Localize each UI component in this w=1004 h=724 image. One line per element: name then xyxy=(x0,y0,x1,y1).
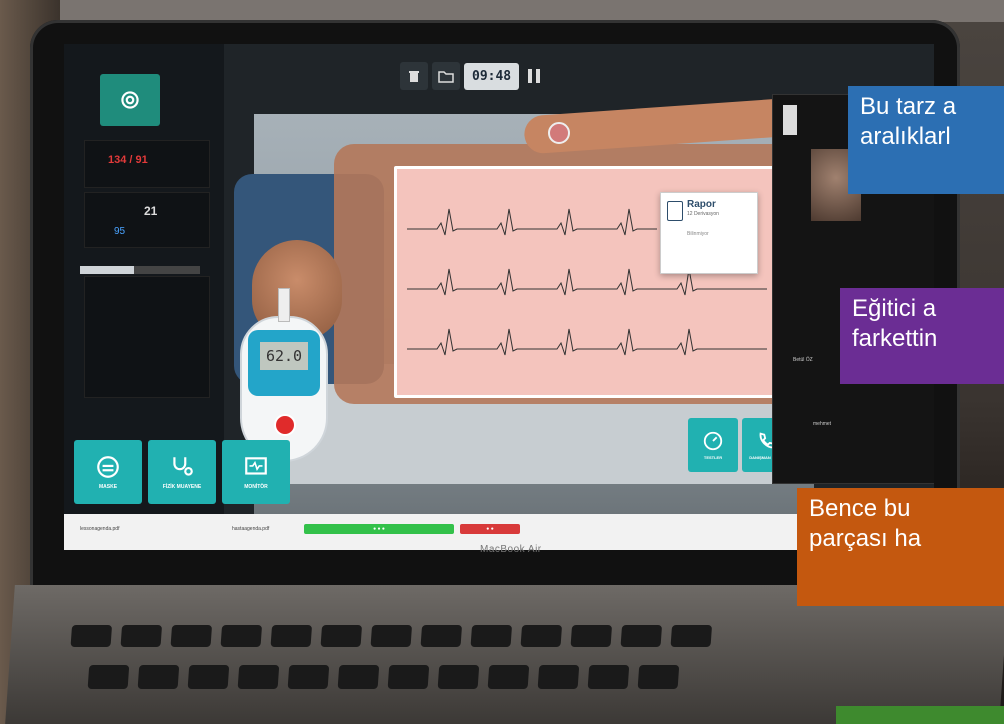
monitor-label: MONİTÖR xyxy=(244,484,268,490)
tests-label: TESTLER xyxy=(703,455,723,460)
pause-icon xyxy=(528,69,541,83)
key xyxy=(437,665,480,689)
mask-label: MASKE xyxy=(98,484,118,490)
callout-orange: Bence bu parçası ha xyxy=(797,488,1004,606)
key xyxy=(137,665,180,689)
key xyxy=(420,625,463,647)
ecg-lead-1 xyxy=(407,208,657,236)
laptop-brand-label: MacBook Air xyxy=(480,544,542,555)
heart-rate-value: 21 xyxy=(144,204,158,218)
interaction-target[interactable] xyxy=(548,122,570,144)
key xyxy=(287,665,330,689)
gauge-icon xyxy=(703,431,723,451)
key xyxy=(170,625,213,647)
physical-exam-label: FİZİK MUAYENE xyxy=(162,484,202,490)
download-item-1[interactable]: lessonagenda.pdf xyxy=(80,526,119,532)
pause-button[interactable] xyxy=(523,62,545,90)
stop-share-button[interactable]: ● ● xyxy=(460,524,520,534)
key xyxy=(237,665,280,689)
download-item-2[interactable]: hastaagenda.pdf xyxy=(232,526,269,532)
monitor-button[interactable]: MONİTÖR xyxy=(222,440,290,504)
share-status-green[interactable]: ● ● ● xyxy=(304,524,454,534)
folder-icon xyxy=(438,71,454,83)
glucometer-button[interactable] xyxy=(274,414,296,436)
key xyxy=(487,665,530,689)
report-title: Rapor xyxy=(687,199,716,210)
ecg-lead-3 xyxy=(407,328,767,356)
key xyxy=(120,625,163,647)
hr-box xyxy=(84,192,210,248)
trash-icon xyxy=(409,71,419,82)
report-body: Bilinmiyor xyxy=(687,231,709,237)
mask-button[interactable]: MASKE xyxy=(74,440,142,504)
open-folder-button[interactable] xyxy=(432,62,460,90)
test-strip xyxy=(278,288,290,322)
stethoscope-icon xyxy=(173,457,193,476)
glucose-reading: 62.0 xyxy=(260,342,308,370)
callout-purple: Eğitici a farkettin xyxy=(840,288,1004,384)
key xyxy=(637,665,680,689)
physical-exam-button[interactable]: FİZİK MUAYENE xyxy=(148,440,216,504)
key xyxy=(670,625,713,647)
spo2-value: 95 xyxy=(114,226,126,237)
key xyxy=(370,625,413,647)
key xyxy=(70,625,113,647)
key xyxy=(187,665,230,689)
left-tool-bar: MASKE FİZİK MUAYENE MONİTÖR xyxy=(74,440,290,504)
key xyxy=(337,665,380,689)
wall-top xyxy=(0,0,1004,22)
callout-blue-text: Bu tarz a aralıklarl xyxy=(860,93,957,150)
simulation-progress-bar xyxy=(80,266,200,274)
key xyxy=(470,625,513,647)
video-pin[interactable] xyxy=(783,105,797,135)
document-icon xyxy=(667,201,683,221)
progress-fill xyxy=(80,266,134,274)
key xyxy=(570,625,613,647)
monitor-icon xyxy=(245,457,267,475)
participant-name-1: Betül ÖZ xyxy=(793,357,813,363)
report-card[interactable]: Rapor 12 Derivasyon Bilinmiyor xyxy=(660,192,758,274)
top-toolbar: 09:48 xyxy=(400,62,545,90)
key xyxy=(220,625,263,647)
delete-button[interactable] xyxy=(400,62,428,90)
callout-orange-text: Bence bu parçası ha xyxy=(809,495,922,552)
key xyxy=(520,625,563,647)
key xyxy=(587,665,630,689)
tests-button[interactable]: TESTLER xyxy=(688,418,738,472)
laptop-screen: 134 / 91 21 95 09:48 Rapor 12 Derivasyon xyxy=(64,44,934,550)
key xyxy=(537,665,580,689)
callout-blue: Bu tarz a aralıklarl xyxy=(848,86,1004,194)
key xyxy=(87,665,130,689)
gear-icon xyxy=(121,91,139,109)
callout-purple-text: Eğitici a farkettin xyxy=(852,295,938,352)
session-timer: 09:48 xyxy=(464,62,520,90)
key xyxy=(320,625,363,647)
report-subtitle: 12 Derivasyon xyxy=(687,211,719,217)
blood-pressure-value: 134 / 91 xyxy=(108,154,148,166)
participant-name-2: mehmet xyxy=(813,421,832,427)
key xyxy=(387,665,430,689)
mask-icon xyxy=(97,456,119,478)
key xyxy=(270,625,313,647)
callout-green xyxy=(836,706,1004,724)
glucometer-face: 62.0 xyxy=(248,330,320,396)
key xyxy=(620,625,663,647)
settings-button[interactable] xyxy=(100,74,160,126)
waveform-box xyxy=(84,276,210,398)
